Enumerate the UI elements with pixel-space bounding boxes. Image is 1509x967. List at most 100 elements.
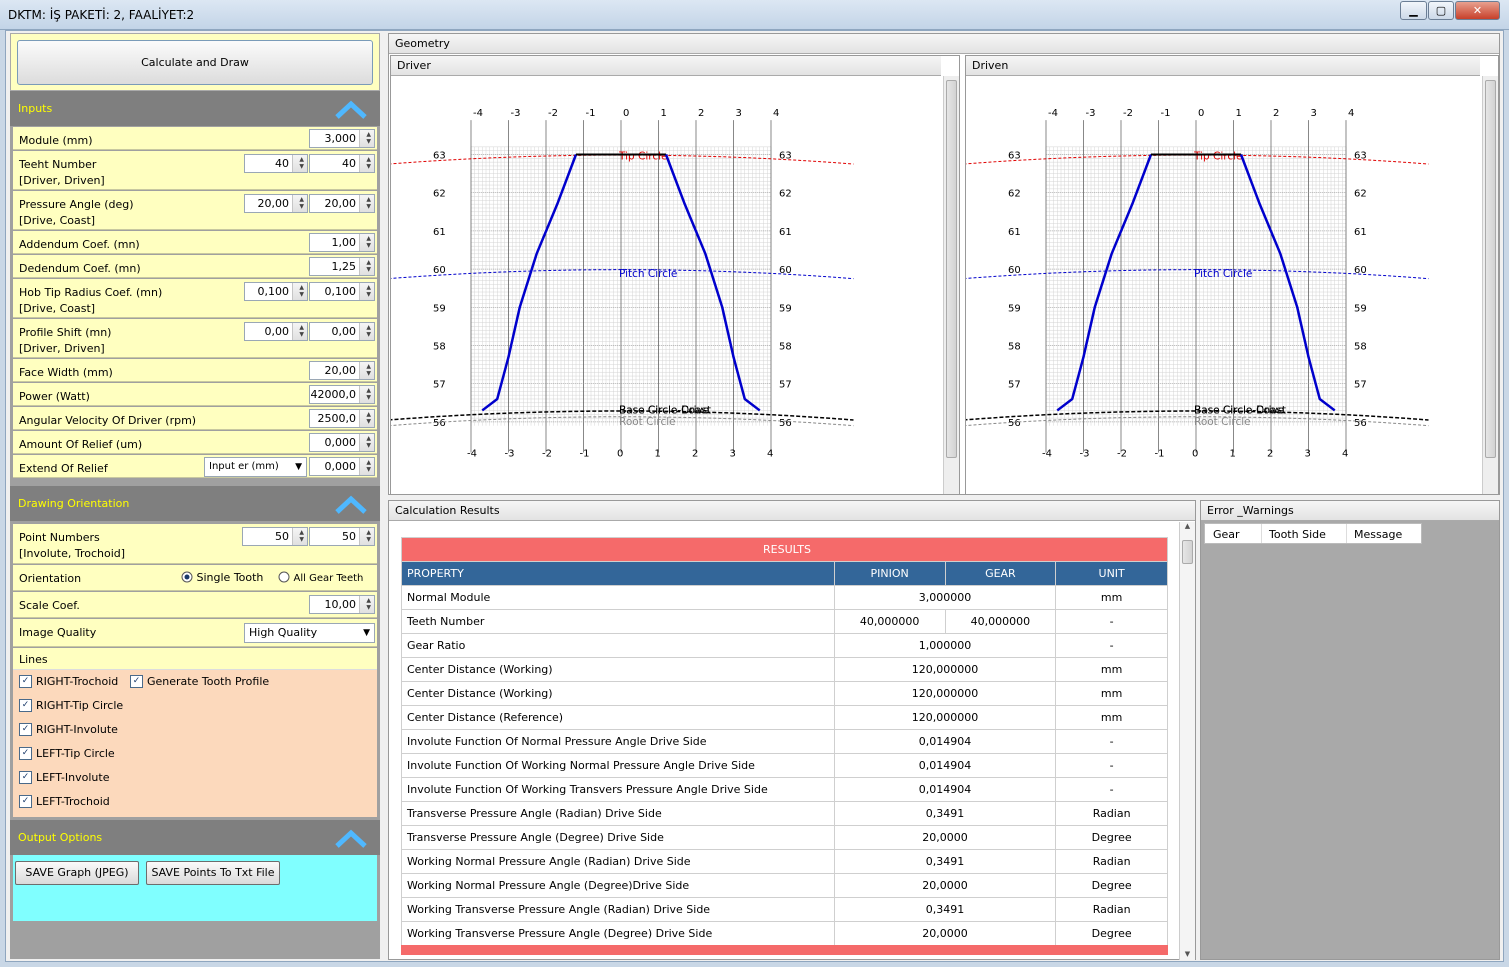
table-row[interactable]: Involute Function Of Working Normal Pres…: [401, 753, 1168, 778]
radio-empty-icon: [278, 571, 290, 583]
minimize-button[interactable]: ▁: [1400, 1, 1427, 20]
single-tooth-radio[interactable]: Single Tooth: [181, 571, 263, 584]
calc-results-title: Calculation Results: [389, 501, 1195, 521]
driver-scrollbar[interactable]: [943, 76, 959, 494]
value-input-1[interactable]: 40 ▲ ▼: [244, 154, 308, 173]
output-section-header[interactable]: Output Options: [10, 820, 380, 855]
left-tip-circle-checkbox[interactable]: LEFT-Tip Circle: [19, 747, 115, 761]
output-title: Output Options: [18, 831, 103, 844]
point-numbers-sub: [Involute, Trochoid]: [19, 547, 126, 560]
driver-gear-plot[interactable]: -4-4-3-3-2-2-1-1001122334463 6362 6261 6160…: [391, 76, 943, 494]
header-gear[interactable]: GEAR: [944, 561, 1057, 586]
trochoid-points-input[interactable]: 50 ▲ ▼: [309, 527, 375, 546]
x-tick-label: 4: [1348, 108, 1354, 119]
collapse-chevron-icon[interactable]: [334, 492, 368, 516]
right-involute-checkbox[interactable]: RIGHT-Involute: [19, 723, 118, 737]
errors-col-tooth-side[interactable]: Tooth Side: [1269, 528, 1326, 541]
input-sublabel: [Driver, Driven]: [19, 342, 105, 355]
drawing-title: Drawing Orientation: [18, 497, 130, 510]
input-label: Hob Tip Radius Coef. (mn): [19, 286, 163, 299]
value-input[interactable]: 42000,0 ▲ ▼: [309, 385, 375, 404]
left-involute-checkbox[interactable]: LEFT-Involute: [19, 771, 109, 785]
title-bar: DKTM: İŞ PAKETİ: 2, FAALİYET:2 ▁ ▢ ✕: [0, 0, 1509, 30]
value-input[interactable]: 2500,0 ▲ ▼: [309, 409, 375, 428]
errors-col-message[interactable]: Message: [1354, 528, 1402, 541]
property-cell: Normal Module: [401, 585, 835, 610]
y-tick-label: 56: [433, 418, 446, 429]
collapse-chevron-icon[interactable]: [334, 826, 368, 850]
save-graph-button[interactable]: SAVE Graph (JPEG): [15, 861, 139, 885]
maximize-button[interactable]: ▢: [1428, 1, 1454, 20]
table-row[interactable]: Center Distance (Working) 120,000000 mm: [401, 657, 1168, 682]
value-input[interactable]: 1,00 ▲ ▼: [309, 233, 375, 252]
unit-cell: -: [1055, 633, 1168, 658]
table-row[interactable]: Gear Ratio 1,000000-: [401, 633, 1168, 658]
table-row[interactable]: Working Normal Pressure Angle (Degree)Dr…: [401, 873, 1168, 898]
left-trochoid-checkbox[interactable]: LEFT-Trochoid: [19, 795, 110, 809]
value-cell: 20,0000: [833, 921, 1057, 946]
value-input-2[interactable]: 0,100 ▲ ▼: [309, 282, 375, 301]
all-gear-teeth-radio[interactable]: All Gear Teeth: [278, 571, 363, 584]
right-trochoid-checkbox[interactable]: RIGHT-Trochoid: [19, 675, 118, 689]
table-row[interactable]: Center Distance (Reference) 120,000000 mm: [401, 705, 1168, 730]
header-property[interactable]: PROPERTY: [401, 561, 835, 586]
value-input[interactable]: 3,000 ▲ ▼: [309, 129, 375, 148]
value-cell: 0,3491: [833, 897, 1057, 922]
property-cell: Involute Function Of Working Transvers P…: [401, 777, 835, 802]
driven-scrollbar[interactable]: [1482, 76, 1498, 494]
image-quality-select[interactable]: High Quality ▼: [244, 623, 375, 643]
value-input[interactable]: 0,000 ▲ ▼: [309, 457, 375, 476]
input-label: Dedendum Coef. (mn): [19, 262, 141, 275]
collapse-chevron-icon[interactable]: [334, 97, 368, 121]
relief-unit-select[interactable]: Input er (mm) ▼: [204, 457, 307, 477]
driven-gear-plot[interactable]: -4-4-3-3-2-2-1-1001122334463 6362 6261 6160…: [966, 76, 1482, 494]
value-input[interactable]: 1,25 ▲ ▼: [309, 257, 375, 276]
table-row[interactable]: Normal Module 3,000000 mm: [401, 585, 1168, 610]
y-tick-label: 57: [433, 380, 446, 391]
value-input-2[interactable]: 40 ▲ ▼: [309, 154, 375, 173]
results-banner: RESULTS: [401, 537, 1168, 562]
table-row[interactable]: Involute Function Of Working Transvers P…: [401, 777, 1168, 802]
x-tick-label: -1: [586, 108, 596, 119]
property-cell: Transverse Pressure Angle (Degree) Drive…: [401, 825, 835, 850]
header-unit[interactable]: UNIT: [1055, 561, 1168, 586]
table-row[interactable]: Involute Function Of Normal Pressure Ang…: [401, 729, 1168, 754]
errors-col-gear[interactable]: Gear: [1213, 528, 1240, 541]
input-row: Hob Tip Radius Coef. (mn) [Drive, Coast] 0…: [13, 279, 377, 318]
table-row[interactable]: Teeth Number 40,000000 40,000000-: [401, 609, 1168, 634]
table-row[interactable]: Working Transverse Pressure Angle (Degre…: [401, 921, 1168, 946]
value-input-1[interactable]: 0,00 ▲ ▼: [244, 322, 308, 341]
table-row[interactable]: Working Transverse Pressure Angle (Radia…: [401, 897, 1168, 922]
table-row[interactable]: Center Distance (Working) 120,000000 mm: [401, 681, 1168, 706]
table-row[interactable]: Working Normal Pressure Angle (Radian) D…: [401, 849, 1168, 874]
table-row[interactable]: Transverse Pressure Angle (Radian) Drive…: [401, 801, 1168, 826]
value-input[interactable]: 0,000 ▲ ▼: [309, 433, 375, 452]
right-tip-circle-checkbox[interactable]: RIGHT-Tip Circle: [19, 699, 123, 713]
scale-coef-input[interactable]: 10,00 ▲ ▼: [309, 595, 375, 614]
unit-cell: mm: [1055, 657, 1168, 682]
x-tick-label: 1: [1230, 448, 1236, 459]
inputs-section-header[interactable]: Inputs: [10, 91, 380, 126]
close-button[interactable]: ✕: [1455, 1, 1500, 20]
value-input[interactable]: 20,00 ▲ ▼: [309, 361, 375, 380]
value-input-2[interactable]: 20,00 ▲ ▼: [309, 194, 375, 213]
results-table: RESULTS PROPERTY PINION GEAR UNIT Normal…: [401, 537, 1168, 946]
involute-points-input[interactable]: 50 ▲ ▼: [242, 527, 308, 546]
calculate-and-draw-button[interactable]: Calculate and Draw: [17, 40, 373, 85]
x-tick-label: 2: [1267, 448, 1273, 459]
y-tick-label: 59: [433, 303, 446, 314]
value-input-2[interactable]: 0,00 ▲ ▼: [309, 322, 375, 341]
table-row[interactable]: Transverse Pressure Angle (Degree) Drive…: [401, 825, 1168, 850]
value-input-1[interactable]: 20,00 ▲ ▼: [244, 194, 308, 213]
y-tick-label: 59: [1354, 303, 1367, 314]
generate-tooth-profile-checkbox[interactable]: Generate Tooth Profile: [130, 675, 269, 689]
input-row: Addendum Coef. (mn) 1,00 ▲ ▼: [13, 231, 377, 254]
x-tick-label: -2: [542, 448, 552, 459]
drawing-section-header[interactable]: Drawing Orientation: [10, 486, 380, 521]
x-tick-label: 4: [767, 448, 773, 459]
input-row: Face Width (mm) 20,00 ▲ ▼: [13, 359, 377, 382]
save-points-button[interactable]: SAVE Points To Txt File: [146, 861, 280, 885]
results-scrollbar[interactable]: ▲ ▼: [1179, 522, 1195, 960]
value-input-1[interactable]: 0,100 ▲ ▼: [244, 282, 308, 301]
header-pinion[interactable]: PINION: [833, 561, 946, 586]
